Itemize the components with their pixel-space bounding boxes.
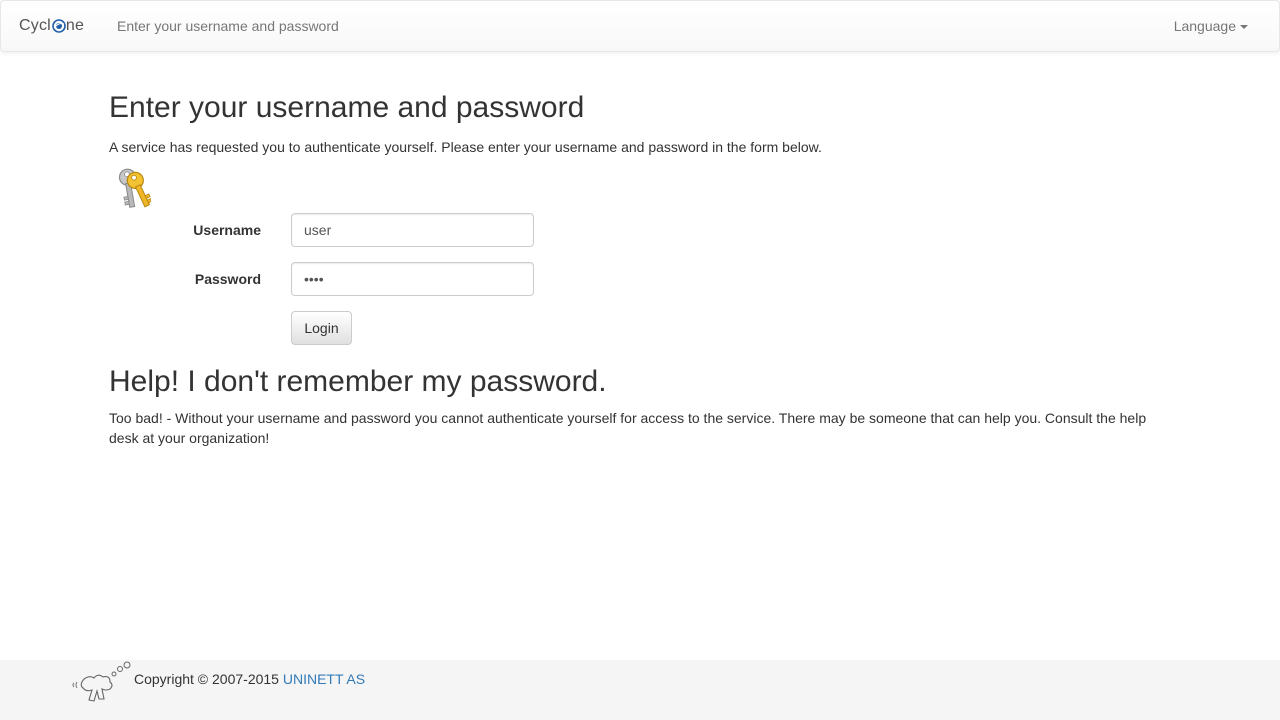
password-input[interactable] — [291, 262, 534, 296]
brand-prefix: Cycl — [19, 17, 51, 34]
brand-logo[interactable]: Cycl ne — [19, 17, 84, 35]
navbar: Cycl ne Enter your username and password… — [0, 0, 1280, 52]
footer: Copyright © 2007-2015 UNINETT AS — [0, 660, 1280, 720]
uninett-link[interactable]: UNINETT AS — [283, 671, 365, 687]
copyright-label: Copyright © 2007-2015 — [134, 671, 279, 687]
username-label: Username — [193, 222, 261, 238]
intro-text: A service has requested you to authentic… — [109, 139, 822, 155]
caret-down-icon — [1240, 24, 1248, 29]
language-dropdown[interactable]: Language — [1174, 18, 1248, 34]
language-label: Language — [1173, 18, 1236, 34]
login-button[interactable]: Login — [291, 311, 352, 345]
password-label: Password — [194, 271, 261, 287]
keys-icon — [118, 168, 151, 208]
help-text: Too bad! - Without your username and pas… — [109, 410, 1147, 446]
username-input[interactable] — [291, 213, 534, 247]
globe-icon — [52, 19, 66, 33]
copyright-text: Copyright © 2007-2015 UNINETT AS — [134, 671, 365, 687]
main-content: Enter your username and password A servi… — [109, 90, 1171, 446]
username-row: Username — [109, 213, 539, 247]
navbar-title: Enter your username and password — [117, 18, 339, 34]
brand-suffix: ne — [65, 17, 85, 34]
help-heading: Help! I don't remember my password. — [109, 365, 607, 398]
page-title: Enter your username and password — [109, 91, 585, 124]
password-row: Password — [109, 262, 539, 296]
uninett-mascot-icon — [72, 661, 131, 702]
